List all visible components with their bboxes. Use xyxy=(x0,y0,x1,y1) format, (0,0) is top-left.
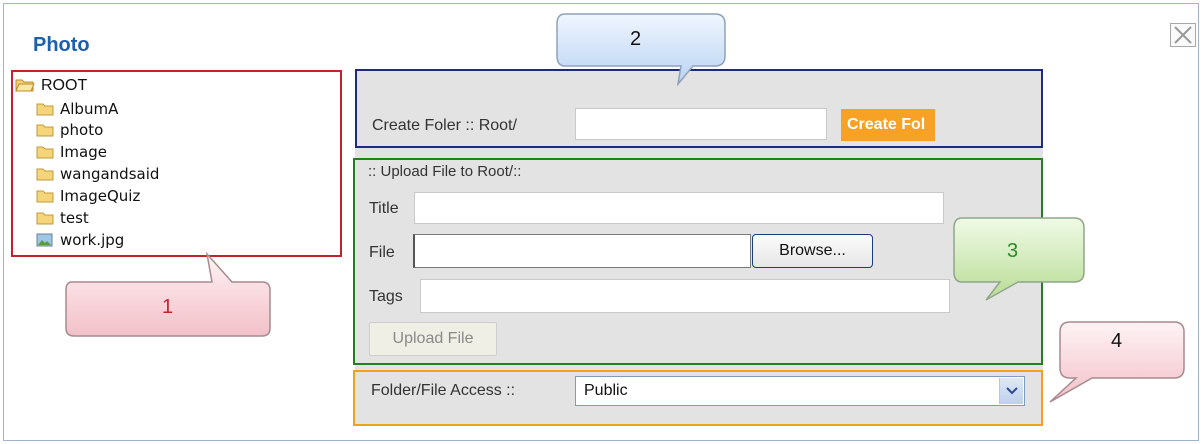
callout-2: 2 xyxy=(553,10,733,93)
tree-item-label: test xyxy=(60,209,89,227)
access-label: Folder/File Access :: xyxy=(371,382,516,399)
tree-item-label: photo xyxy=(60,121,104,139)
callout-number: 4 xyxy=(1111,330,1123,352)
browse-button[interactable]: Browse... xyxy=(752,234,873,268)
tags-input[interactable] xyxy=(420,279,950,313)
tree-item-label: Image xyxy=(60,143,107,161)
upload-heading: :: Upload File to Root/:: xyxy=(368,163,522,180)
folder-icon xyxy=(36,124,54,136)
tree-item[interactable]: wangandsaid xyxy=(36,165,159,183)
file-path-input[interactable] xyxy=(413,234,751,268)
folder-name-input[interactable] xyxy=(575,108,827,140)
callout-3: 3 xyxy=(950,214,1090,309)
callout-number: 2 xyxy=(630,28,642,50)
close-icon xyxy=(1174,26,1192,44)
callout-4: 4 xyxy=(1040,318,1190,413)
create-folder-label: Create Foler :: Root/ xyxy=(372,117,517,134)
tree-item[interactable]: Image xyxy=(36,143,107,161)
callout-bubble-2 xyxy=(556,13,726,87)
tree-item-label: work.jpg xyxy=(60,231,125,249)
tree-item[interactable]: AlbumA xyxy=(36,100,118,118)
dropdown-arrow[interactable] xyxy=(999,378,1023,404)
folder-icon xyxy=(36,212,54,224)
folder-icon xyxy=(36,168,54,180)
callout-number: 1 xyxy=(162,296,174,318)
dialog-title: Photo xyxy=(33,34,90,56)
open-folder-icon xyxy=(15,79,35,92)
folder-icon xyxy=(36,103,54,115)
chevron-down-icon xyxy=(1006,387,1018,395)
tree-item[interactable]: work.jpg xyxy=(36,231,124,249)
tree-item[interactable]: ImageQuiz xyxy=(36,187,140,205)
close-button[interactable] xyxy=(1170,23,1196,47)
callout-1: 1 xyxy=(62,250,277,345)
folder-icon xyxy=(36,190,54,202)
title-label: Title xyxy=(369,200,399,217)
callout-bubble-3 xyxy=(953,217,1085,301)
tree-root[interactable]: ROOT xyxy=(15,77,87,95)
image-file-icon xyxy=(36,233,53,246)
folder-tree xyxy=(11,70,342,257)
callout-bubble-1 xyxy=(65,251,271,337)
tree-item[interactable]: photo xyxy=(36,121,103,139)
upload-file-button[interactable]: Upload File xyxy=(369,322,497,356)
tree-item-label: ImageQuiz xyxy=(60,187,141,205)
tree-item[interactable]: test xyxy=(36,209,89,227)
create-folder-button[interactable]: Create Fol xyxy=(841,109,935,141)
title-input[interactable] xyxy=(414,192,944,224)
file-label: File xyxy=(369,244,395,261)
callout-number: 3 xyxy=(1007,240,1019,262)
access-select[interactable]: Public xyxy=(575,376,1025,406)
tags-label: Tags xyxy=(369,288,403,305)
access-selected-value: Public xyxy=(584,382,628,399)
folder-icon xyxy=(36,146,54,158)
tree-item-label: AlbumA xyxy=(60,100,119,118)
tree-item-label: wangandsaid xyxy=(60,165,160,183)
tree-root-label: ROOT xyxy=(41,77,88,94)
